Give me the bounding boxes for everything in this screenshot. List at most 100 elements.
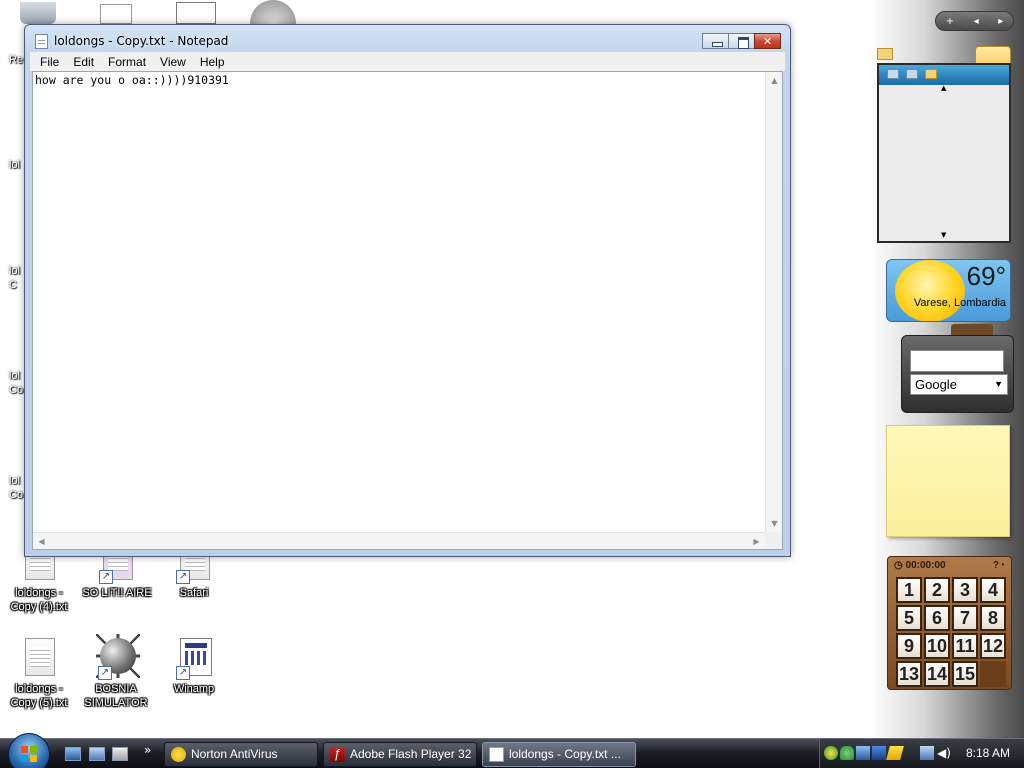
application-icon[interactable]	[176, 2, 216, 24]
menu-view[interactable]: View	[153, 55, 193, 69]
film-reel-icon[interactable]	[250, 0, 296, 24]
puzzle-tile-15[interactable]: 15	[952, 661, 978, 687]
menu-help[interactable]: Help	[193, 55, 232, 69]
scroll-left-icon[interactable]: ◀	[33, 533, 50, 550]
folder-icon	[877, 48, 893, 60]
clock-icon: ◷	[894, 560, 906, 571]
notepad-icon	[489, 747, 504, 762]
sync-icon[interactable]	[824, 746, 838, 760]
puzzle-tile-5[interactable]: 5	[896, 605, 922, 631]
puzzle-tile-1[interactable]: 1	[896, 577, 922, 603]
window-title: loldongs - Copy.txt - Notepad	[54, 34, 229, 48]
puzzle-tile-7[interactable]: 7	[952, 605, 978, 631]
previous-page-icon[interactable]: ◂	[974, 16, 979, 27]
taskbar-button-norton[interactable]: Norton AntiVirus	[164, 742, 318, 767]
puzzle-header: ◷ 00:00:00 ?◔	[894, 560, 1005, 574]
weather-temperature: 69°	[966, 261, 1006, 291]
desktop-icon-label: loldongs - Copy (4).txt	[10, 587, 68, 613]
quick-launch-overflow-icon[interactable]: »	[144, 743, 151, 757]
puzzle-tile-4[interactable]: 4	[980, 577, 1006, 603]
recent-folder-icon[interactable]	[887, 69, 899, 79]
help-icon[interactable]: ?◔	[993, 560, 1005, 571]
switch-windows-icon[interactable]	[89, 747, 105, 761]
desktop-icon-loldongs-copy-5[interactable]: loldongs - Copy (5).txt	[1, 636, 77, 710]
network-icon[interactable]	[856, 746, 870, 760]
search-engine-select[interactable]: Google ▼	[910, 374, 1008, 395]
notepad-icon[interactable]	[35, 34, 48, 49]
menu-file[interactable]: File	[33, 55, 66, 69]
menu-edit[interactable]: Edit	[66, 55, 101, 69]
sidebar-controls: + ◂ ▸	[935, 11, 1014, 31]
puzzle-tile-6[interactable]: 6	[924, 605, 950, 631]
norton-icon	[171, 747, 186, 762]
puzzle-tile-12[interactable]: 12	[980, 633, 1006, 659]
network-connection-icon[interactable]	[920, 746, 934, 760]
desktop-partial-label: lol Co	[9, 475, 24, 501]
menu-format[interactable]: Format	[101, 55, 153, 69]
taskbar-clock[interactable]: 8:18 AM	[966, 746, 1010, 760]
taskbar-button-label: loldongs - Copy.txt ...	[509, 747, 621, 761]
start-button[interactable]	[8, 733, 50, 768]
chevron-down-icon: ▼	[994, 379, 1003, 389]
sticky-note-gadget[interactable]	[886, 425, 1010, 537]
notepad-window[interactable]: loldongs - Copy.txt - Notepad File Edit …	[24, 24, 791, 557]
desktop-icon-winamp[interactable]: ↗ Winamp	[156, 636, 232, 696]
caption-buttons	[702, 33, 781, 49]
puzzle-tile-2[interactable]: 2	[924, 577, 950, 603]
folder-view-gadget[interactable]: ▲ ▼	[877, 63, 1011, 243]
app-tray-icon[interactable]	[872, 746, 886, 760]
shortcut-arrow-icon: ↗	[176, 666, 190, 680]
puzzle-tile-11[interactable]: 11	[952, 633, 978, 659]
desktop-icon-label: loldongs - Copy (5).txt	[10, 683, 68, 709]
desktop-partial-label: lol Co	[9, 370, 24, 396]
shortcut-arrow-icon: ↗	[99, 570, 113, 584]
scroll-down-icon[interactable]: ▼	[941, 231, 946, 239]
search-engine-value: Google	[915, 377, 957, 392]
puzzle-tile-13[interactable]: 13	[896, 661, 922, 687]
horizontal-scrollbar[interactable]: ◀ ▶	[33, 532, 765, 549]
vertical-scrollbar[interactable]: ▲ ▼	[765, 72, 782, 532]
documents-folder-icon[interactable]	[906, 69, 918, 79]
taskbar-button-notepad[interactable]: loldongs - Copy.txt ...	[482, 742, 636, 767]
size-grip[interactable]	[765, 532, 782, 549]
close-button[interactable]	[754, 33, 781, 49]
title-bar[interactable]: loldongs - Copy.txt - Notepad	[25, 25, 790, 55]
scroll-up-icon[interactable]: ▲	[766, 72, 783, 89]
text-editor[interactable]: how are you o oa::))))910391 ▲ ▼ ◀ ▶	[32, 71, 783, 550]
puzzle-grid: 1 2 3 4 5 6 7 8 9 10 11 12 13 14 15	[895, 576, 1007, 688]
next-page-icon[interactable]: ▸	[998, 16, 1003, 27]
add-gadget-icon[interactable]: +	[946, 16, 954, 27]
google-search-input[interactable]	[910, 350, 1004, 372]
calculator-icon[interactable]	[112, 747, 128, 761]
weather-gadget[interactable]: 69° Varese, Lombardia	[886, 259, 1011, 322]
puzzle-tile-3[interactable]: 3	[952, 577, 978, 603]
text-document-icon	[25, 638, 55, 676]
scroll-up-icon[interactable]: ▲	[941, 84, 946, 92]
scroll-right-icon[interactable]: ▶	[748, 533, 765, 550]
scroll-down-icon[interactable]: ▼	[766, 515, 783, 532]
puzzle-tile-10[interactable]: 10	[924, 633, 950, 659]
desktop-icon-label: SO LIT!! AIRE	[82, 587, 152, 599]
sunny-icon	[895, 260, 965, 321]
puzzle-empty-slot	[980, 661, 1006, 687]
desktop-partial-label-recycle: Re	[9, 54, 24, 66]
taskbar: » Norton AntiVirus Adobe Flash Player 32…	[0, 733, 1024, 768]
puzzle-tile-8[interactable]: 8	[980, 605, 1006, 631]
open-folder-icon[interactable]	[925, 69, 937, 79]
update-icon[interactable]	[886, 746, 904, 760]
text-document-icon[interactable]	[100, 4, 132, 24]
show-desktop-icon[interactable]	[65, 747, 81, 761]
maximize-button[interactable]	[728, 33, 755, 49]
shortcut-arrow-icon: ↗	[98, 666, 112, 680]
desktop-icon-label: Winamp	[173, 683, 215, 695]
taskbar-button-flash-player[interactable]: Adobe Flash Player 32	[323, 742, 477, 767]
users-icon[interactable]	[840, 746, 854, 760]
puzzle-tile-14[interactable]: 14	[924, 661, 950, 687]
system-tray: ◀) 8:18 AM	[819, 739, 1024, 768]
desktop-icon-bosnia-simulator[interactable]: ↗ BOSNIA SIMULATOR	[78, 634, 154, 710]
puzzle-tile-9[interactable]: 9	[896, 633, 922, 659]
recycle-bin-icon[interactable]	[20, 2, 56, 24]
volume-icon[interactable]: ◀)	[937, 746, 951, 760]
editor-content[interactable]: how are you o oa::))))910391	[35, 73, 762, 88]
minimize-button[interactable]	[702, 33, 729, 49]
